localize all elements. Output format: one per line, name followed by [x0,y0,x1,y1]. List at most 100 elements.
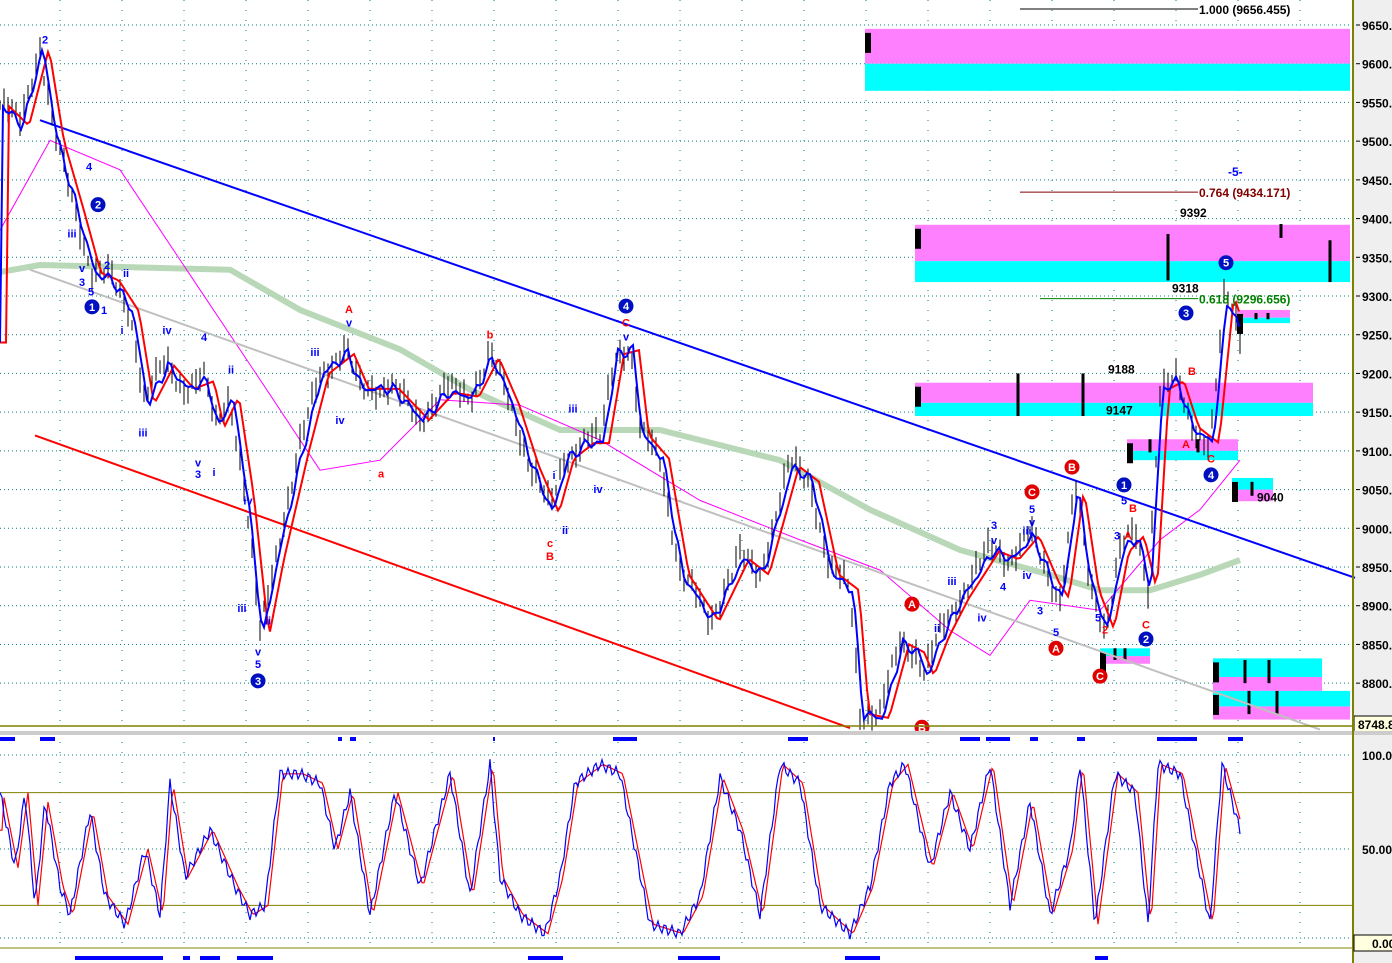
wave-label: 3 [1037,605,1043,617]
wave-label: iii [310,347,319,359]
wave-label: 5 [1053,627,1059,639]
zone-marker [1127,443,1133,464]
wave-label: 3 [195,469,201,481]
wave-label: A [1052,643,1060,655]
wave-label: 4 [1208,470,1215,482]
zone-cyan [915,261,1350,283]
signal-marker [986,737,1010,741]
wave-label: 2 [1143,634,1149,646]
signal-marker [237,956,273,960]
wave-label: iv [243,495,253,507]
signal-marker [350,737,356,741]
level-label: 9318 [1172,281,1199,295]
wave-label: iv [162,325,172,337]
signal-marker [528,956,563,960]
wave-label: 4 [201,332,208,344]
wave-label: i [212,467,215,479]
price-tick-label: 9000. [1362,522,1392,536]
wave-label: 3 [79,277,85,289]
wave-label: B [1068,462,1076,474]
wave-label: 4 [623,301,630,313]
wave-label: B [546,551,554,563]
fib-label: 0.618 (9296.656) [1199,293,1290,307]
wave-label: A [908,599,916,611]
signal-marker [1157,737,1197,741]
signal-marker [493,737,495,741]
price-tick-label: 8800. [1362,677,1392,691]
signal-marker [200,956,220,960]
wave-label: C [1028,487,1036,499]
wave-label: 5 [255,659,261,671]
wave-label: i [552,470,555,482]
wave-label: B [1129,503,1137,515]
wave-label: A [1124,530,1132,542]
level-label: 9040 [1257,490,1284,504]
osc-tick-label: 50.00 [1362,843,1392,857]
price-tick-label: 9300. [1362,290,1392,304]
wave-label: 3 [1114,530,1120,542]
wave-label: iv [977,612,987,624]
wave-label: 4 [86,162,93,174]
wave-label: iii [237,603,246,615]
wave-label: 1 [1121,480,1127,492]
wave-label: v [195,457,202,469]
signal-marker [678,956,720,960]
wave-label: 2 [42,35,48,47]
zone-pink [1237,309,1290,318]
zone-pink [865,28,1350,64]
wave-label: v [991,535,998,547]
zone-pink [1213,706,1350,720]
price-tick-label: 9350. [1362,251,1392,265]
signal-marker [40,737,55,741]
price-tick-label: 9650. [1362,19,1392,33]
signal-marker [1077,737,1085,741]
panel-separator [0,731,1392,735]
wave-label: 1 [89,302,95,314]
osc-tick-label: 100.0 [1362,749,1392,763]
wave-label: 3 [1183,308,1189,320]
wave-label: iii [138,427,147,439]
wave-label: b [487,330,494,342]
zone-cyan [1237,317,1290,324]
signal-marker [613,737,637,741]
signal-marker [1228,737,1243,741]
background [0,0,1392,963]
wave-label: 5 [1095,612,1101,624]
wave-label: 3 [255,676,261,688]
wave-label: v [623,331,630,343]
price-tick-label: 9100. [1362,445,1392,459]
level-label: 9392 [1180,206,1207,220]
wave-label: iii [947,576,956,588]
wave-label: v [79,263,86,275]
wave-label: A [1182,439,1190,451]
zone-pink [915,224,1350,262]
zone-marker [1213,694,1219,715]
price-tick-label: 9250. [1362,329,1392,343]
zone-marker [1232,481,1238,502]
wave-label: iii [67,228,76,240]
signal-marker [960,737,980,741]
wave-label: C [1142,619,1150,631]
signal-marker [1030,737,1038,741]
wave-label: 5 [1121,495,1127,507]
price-tick-label: 9200. [1362,367,1392,381]
fib-label: 1.000 (9656.455) [1199,3,1290,17]
wave-label: C [622,317,630,329]
zone-marker [1213,662,1219,683]
signal-marker [75,956,163,960]
zone-marker [865,32,871,53]
wave-label: 2 [104,260,110,272]
signal-marker [788,737,808,741]
price-tick-label: 9050. [1362,484,1392,498]
wave-label: v [346,317,353,329]
zone-marker [915,228,921,249]
wave-label: iii [568,403,577,415]
wave-label: 3 [991,520,997,532]
elliott-wave-chart: 1.000 (9656.455) 0.764 (9434.171) 0.618 (9… [0,0,1392,963]
level-label: 9147 [1106,404,1133,418]
signal-marker [183,956,190,960]
wave-label: ii [934,623,940,635]
price-tick-label: 9500. [1362,135,1392,149]
wave-label: 5 [1029,504,1035,516]
zone-marker [915,386,921,407]
